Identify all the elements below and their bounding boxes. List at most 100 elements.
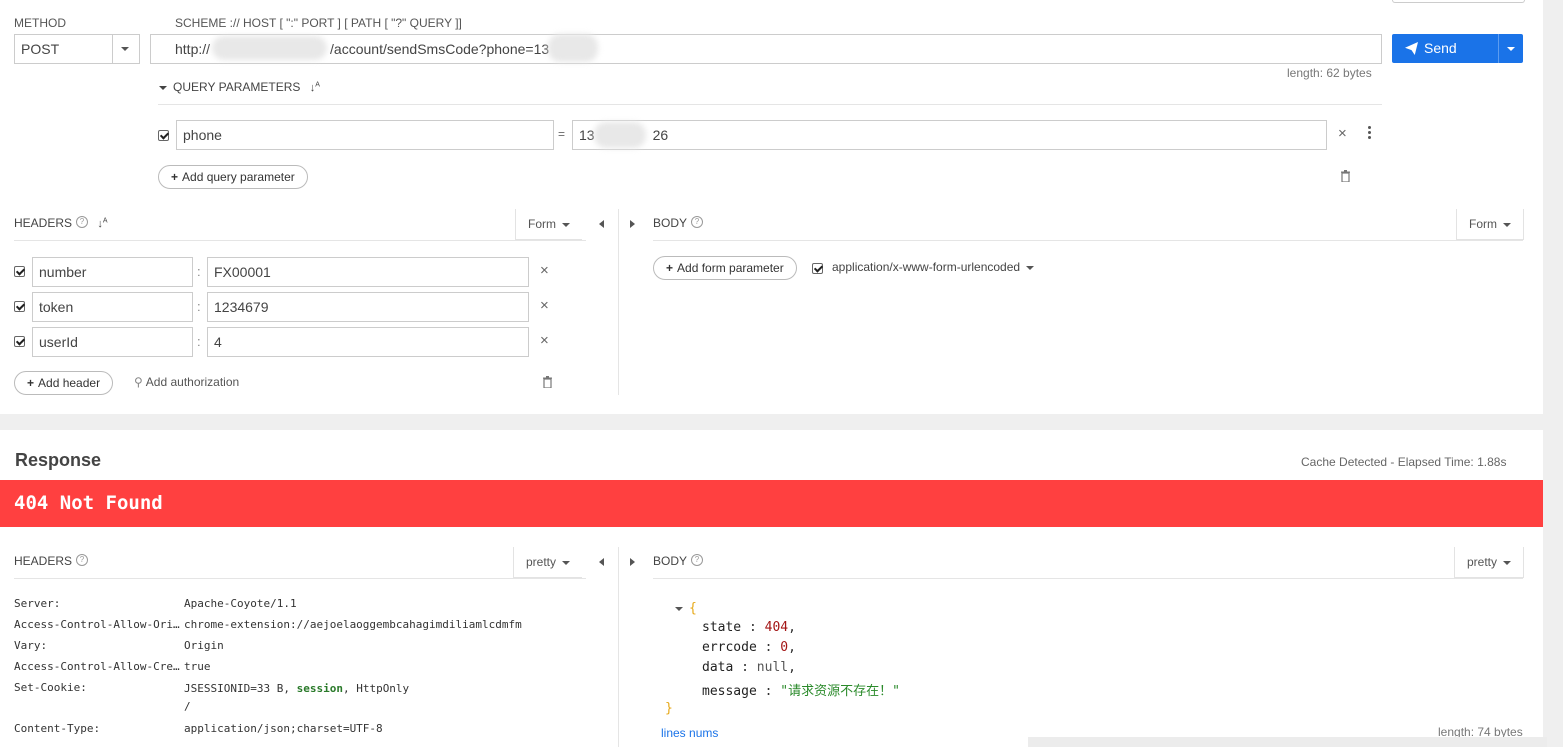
caret-down-icon: [562, 560, 571, 565]
header-name: Set-Cookie:: [14, 681, 87, 694]
send-label: Send: [1424, 40, 1457, 56]
header-value: Apache-Coyote/1.1: [184, 597, 297, 610]
colon: :: [197, 334, 201, 349]
caret-down-icon: [1026, 265, 1035, 270]
caret-down-icon: [675, 606, 683, 611]
send-button[interactable]: Send: [1392, 34, 1523, 63]
content-type-checkbox[interactable]: [812, 263, 823, 274]
trash-icon[interactable]: [542, 376, 553, 391]
json-line: data : null,: [702, 660, 796, 675]
plus-icon: +: [666, 261, 674, 275]
response-headers-mode-select[interactable]: pretty: [513, 547, 583, 578]
header-name: Content-Type:: [14, 722, 101, 735]
url-text-mid: /account/sendSmsCode?phone=13: [330, 41, 550, 57]
sort-icon: ↓A: [309, 81, 320, 94]
page-scrollbar[interactable]: [1547, 0, 1563, 747]
json-close-brace: }: [665, 701, 673, 716]
add-form-param-button[interactable]: + Add form parameter: [653, 256, 797, 280]
header-name: Access-Control-Allow-Ori…: [14, 618, 180, 631]
header-value-number[interactable]: FX00001: [207, 257, 529, 287]
headers-divider: [14, 240, 586, 241]
caret-down-icon: [1503, 560, 1512, 565]
panel-split-divider[interactable]: [618, 209, 619, 395]
query-params-toggle[interactable]: QUERY PARAMETERS ↓A: [159, 80, 320, 94]
collapse-left-icon[interactable]: [599, 220, 604, 228]
response-title: Response: [15, 450, 102, 470]
resp-split-divider[interactable]: [618, 547, 619, 747]
header-value-userid[interactable]: 4: [207, 327, 529, 357]
status-text: 404 Not Found: [14, 492, 163, 514]
header-value: application/json;charset=UTF-8: [184, 722, 383, 735]
remove-header-icon[interactable]: ×: [540, 332, 549, 349]
method-label: METHOD: [14, 16, 66, 30]
plus-icon: +: [27, 376, 35, 390]
header-value-token[interactable]: 1234679: [207, 292, 529, 322]
url-text-start: http://: [175, 41, 211, 57]
paper-plane-icon: [1405, 42, 1418, 58]
request-headers-mode-select[interactable]: Form: [515, 209, 582, 240]
url-length: length: 62 bytes: [1287, 66, 1372, 80]
resp-headers-divider: [14, 578, 586, 579]
add-query-param-button[interactable]: + Add query parameter: [158, 165, 308, 189]
request-headers-title: HEADERS? ↓A: [14, 216, 108, 230]
trash-icon[interactable]: [1340, 170, 1351, 185]
remove-header-icon[interactable]: ×: [540, 297, 549, 314]
query-param-value[interactable]: 13 26: [572, 120, 1327, 150]
header-name: Server:: [14, 597, 61, 610]
response-meta: Cache Detected - Elapsed Time: 1.88s: [1301, 455, 1507, 469]
header-name: Vary:: [14, 639, 48, 652]
header-checkbox-userid[interactable]: [14, 336, 25, 347]
response-headers-title: HEADERS?: [14, 554, 89, 568]
help-icon: ?: [76, 554, 89, 566]
add-authorization-link[interactable]: ⚲ Add authorization: [134, 375, 239, 389]
query-param-checkbox[interactable]: [158, 130, 169, 141]
json-line: errcode : 0,: [702, 640, 796, 655]
scheme-label: SCHEME :// HOST [ ":" PORT ] [ PATH [ "?…: [175, 16, 462, 30]
collapse-right-icon[interactable]: [630, 220, 635, 228]
top-right-button[interactable]: [1392, 0, 1525, 3]
sort-icon: ↓A: [97, 217, 108, 230]
colon: :: [197, 299, 201, 314]
add-header-button[interactable]: + Add header: [14, 371, 114, 395]
colon: :: [197, 264, 201, 279]
header-key-token[interactable]: token: [32, 292, 193, 322]
horizontal-scrollbar[interactable]: [1028, 737, 1547, 747]
remove-header-icon[interactable]: ×: [540, 262, 549, 279]
request-body-mode-select[interactable]: Form: [1456, 209, 1524, 240]
remove-query-param-icon[interactable]: ×: [1338, 125, 1347, 142]
header-value: chrome-extension://aejoelaoggembcahagimd…: [184, 618, 522, 631]
json-collapse-toggle[interactable]: {: [675, 601, 697, 616]
lines-nums-link[interactable]: lines nums: [661, 726, 718, 740]
equals-sign: =: [558, 127, 566, 141]
request-body-title: BODY?: [653, 216, 704, 230]
query-divider: [158, 104, 1382, 105]
redacted-host: [212, 36, 327, 60]
query-param-key[interactable]: phone: [176, 120, 554, 150]
content-type-select[interactable]: application/x-www-form-urlencoded: [832, 260, 1035, 274]
header-value-cookie: JSESSIONID=33 B, session, HttpOnly: [184, 682, 410, 695]
method-select[interactable]: POST: [14, 34, 140, 64]
collapse-right-icon[interactable]: [630, 558, 635, 566]
caret-down-icon: [159, 85, 167, 90]
header-checkbox-number[interactable]: [14, 266, 25, 277]
help-icon: ?: [691, 216, 704, 228]
redacted-param: [594, 122, 646, 148]
query-params-title: QUERY PARAMETERS: [173, 80, 301, 94]
chevron-down-icon: [112, 35, 139, 63]
response-panel: [0, 430, 1543, 747]
response-body-mode-select[interactable]: pretty: [1454, 547, 1525, 578]
collapse-left-icon[interactable]: [599, 558, 604, 566]
caret-down-icon: [1503, 222, 1511, 227]
header-checkbox-token[interactable]: [14, 301, 25, 312]
body-divider: [653, 240, 1523, 241]
more-options-icon[interactable]: [1368, 126, 1372, 139]
url-input[interactable]: http:///account/sendSmsCode?phone=1326: [150, 34, 1382, 64]
help-icon: ?: [691, 554, 704, 566]
resp-body-divider: [653, 578, 1523, 579]
header-key-userid[interactable]: userId: [32, 327, 193, 357]
cookie-session: session: [296, 682, 343, 695]
send-options-button[interactable]: [1498, 34, 1524, 63]
key-icon: ⚲: [134, 375, 143, 389]
header-key-number[interactable]: number: [32, 257, 193, 287]
response-body-title: BODY?: [653, 554, 704, 568]
